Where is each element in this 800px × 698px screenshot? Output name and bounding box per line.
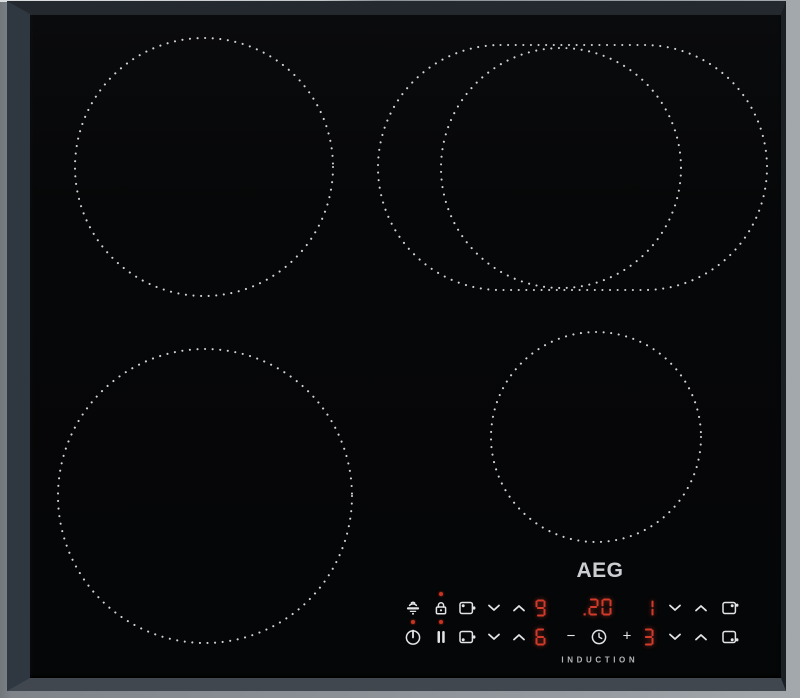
power-up-front-right-icon[interactable]	[695, 633, 708, 641]
display-rear-right-power	[644, 600, 657, 617]
display-rear-left-power	[536, 600, 549, 617]
lock-active-indicator	[439, 592, 443, 596]
power-down-front-left-icon[interactable]	[488, 633, 501, 641]
timer-plus-key[interactable]: +	[623, 629, 632, 644]
zone-selector-rear-left-icon[interactable]	[459, 601, 477, 615]
timer-clock-icon[interactable]	[591, 629, 608, 646]
lock-icon[interactable]	[434, 600, 448, 616]
pause-icon[interactable]	[436, 630, 447, 644]
display-timer	[584, 599, 615, 616]
induction-label: INDUCTION	[558, 656, 638, 665]
power-down-rear-right-icon[interactable]	[669, 604, 682, 612]
pause-active-indicator	[439, 620, 443, 624]
power-on-off-icon[interactable]	[405, 629, 422, 646]
induction-hob-photo: { "brand": { "logo_text": "AEG", "produc…	[0, 0, 800, 698]
power-up-front-left-icon[interactable]	[513, 633, 526, 641]
hob-trim-frame	[7, 1, 786, 691]
power-up-rear-left-icon[interactable]	[513, 604, 526, 612]
hob2hood-signal-icon[interactable]	[404, 600, 422, 616]
timer-minus-key[interactable]: −	[567, 629, 576, 644]
zone-selector-front-right-icon[interactable]	[722, 630, 740, 644]
power-up-rear-right-icon[interactable]	[695, 604, 708, 612]
zone-selector-front-left-icon[interactable]	[459, 630, 477, 644]
power-active-indicator	[411, 620, 415, 624]
display-front-right-power	[644, 629, 657, 646]
power-down-rear-left-icon[interactable]	[488, 604, 501, 612]
brand-logo: AEG	[576, 559, 623, 583]
display-front-left-power	[536, 629, 549, 646]
power-down-front-right-icon[interactable]	[669, 633, 682, 641]
ceramic-glass-surface	[30, 14, 781, 678]
zone-selector-rear-right-icon[interactable]	[722, 601, 740, 615]
